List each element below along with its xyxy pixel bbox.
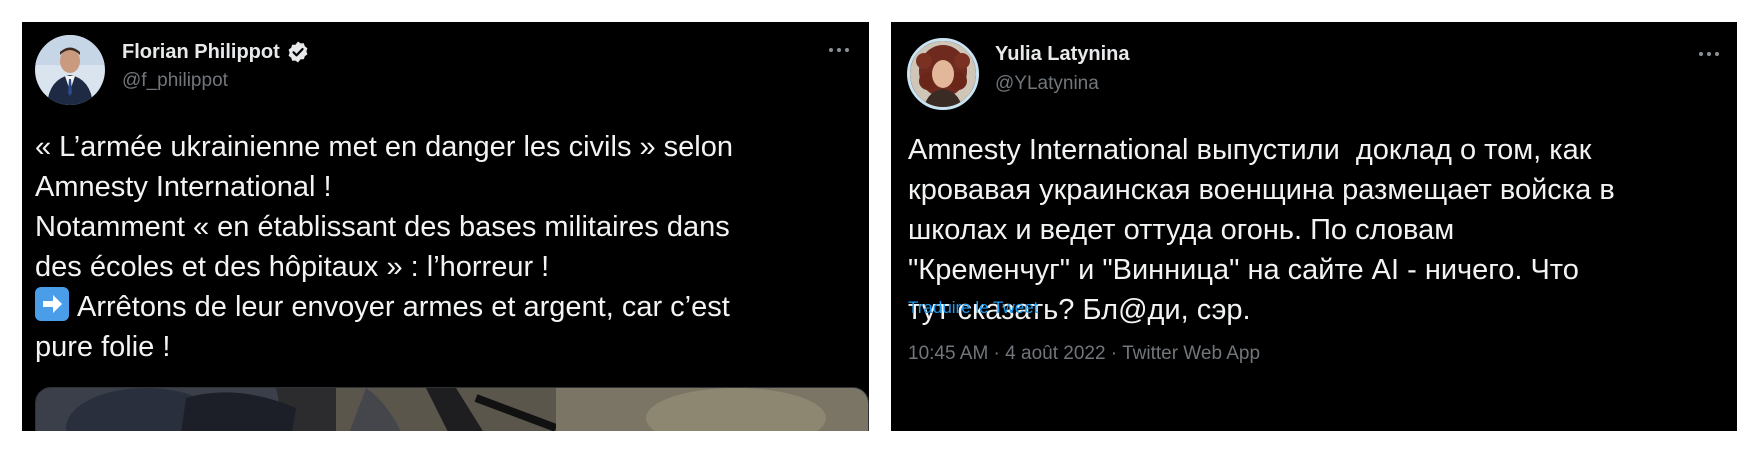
avatar[interactable] — [35, 35, 105, 105]
translate-tweet-link[interactable]: Traduire le Tweet — [908, 298, 1038, 318]
tweet-line: "Кременчуг" и "Винница" на сайте AI - ни… — [908, 254, 1579, 286]
right-arrow-emoji-icon — [35, 287, 69, 321]
tweet-line: pure folie ! — [35, 331, 171, 363]
soldier-photo-icon — [36, 388, 868, 431]
display-name[interactable]: Yulia Latynina — [995, 43, 1129, 66]
tweet-line: Amnesty International ! — [35, 171, 332, 203]
profile-photo-icon — [35, 35, 105, 105]
verified-badge-icon — [288, 41, 308, 63]
handle[interactable]: @f_philippot — [122, 70, 228, 92]
tweet-text: « L’armée ukrainienne met en danger les … — [35, 127, 855, 367]
tweet-line: школах и ведет оттуда огонь. По словам — [908, 214, 1455, 246]
tweet-line: Arrêtons de leur envoyer armes et argent… — [77, 291, 730, 323]
avatar[interactable] — [907, 38, 979, 110]
more-options-icon[interactable] — [829, 48, 849, 52]
tweet-line: Amnesty International выпустили доклад о… — [908, 134, 1592, 166]
tweet-line: кровавая украинская военщина размещает в… — [908, 174, 1615, 206]
tweet-timestamp-source[interactable]: 10:45 AM · 4 août 2022 · Twitter Web App — [908, 343, 1260, 365]
profile-photo-icon — [910, 41, 976, 107]
tweet-line: « L’armée ukrainienne met en danger les … — [35, 131, 734, 163]
tweet-line: Notamment « en établissant des bases mil… — [35, 211, 730, 243]
display-name[interactable]: Florian Philippot — [122, 41, 280, 64]
more-options-icon[interactable] — [1699, 52, 1719, 56]
tweet-card-philippot[interactable]: Florian Philippot @f_philippot « L’armée… — [22, 22, 869, 431]
tweet-card-latynina[interactable]: Yulia Latynina @YLatynina Amnesty Intern… — [891, 22, 1737, 431]
tweet-line: des écoles et des hôpitaux » : l’horreur… — [35, 251, 550, 283]
tweet-media-photo[interactable] — [35, 387, 869, 431]
handle[interactable]: @YLatynina — [995, 73, 1099, 95]
